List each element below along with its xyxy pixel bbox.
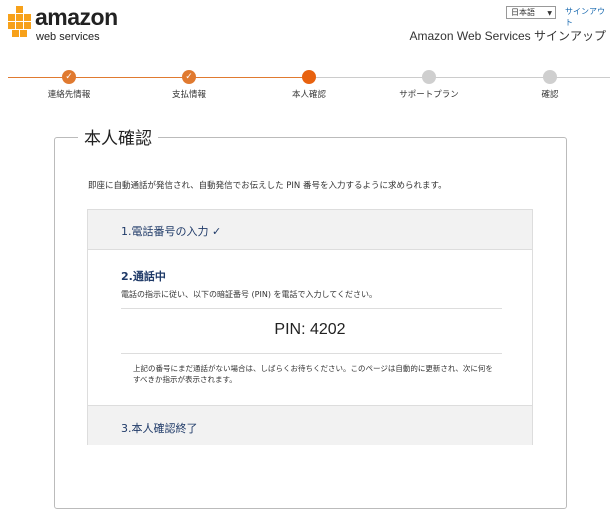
step-label: 支払情報 (171, 90, 206, 100)
aws-logo[interactable]: amazon web services (8, 4, 118, 44)
verification-box: 1.電話番号の入力 ✓ 2.通話中 電話の指示に従い、以下の暗証番号 (PIN)… (87, 209, 533, 445)
step-label: 本人確認 (291, 90, 326, 100)
step-confirm: 確認 (500, 70, 600, 100)
aws-cubes-icon (8, 6, 34, 40)
pending-step-icon (422, 70, 436, 84)
logo-amazon-text: amazon (35, 4, 118, 30)
page-title: 本人確認 (78, 124, 158, 149)
intro-text: 即座に自動通話が発信され、自動発信でお伝えした PIN 番号を入力するように求め… (88, 181, 447, 191)
step-contact: ✓ 連絡先情報 (19, 70, 119, 100)
step-label: 確認 (541, 90, 559, 100)
chevron-down-icon: ▼ (547, 10, 552, 17)
waiting-note: 上記の番号にまだ通話がない場合は、しばらくお待ちください。このページは自動的に更… (133, 364, 493, 384)
section-calling-description: 電話の指示に従い、以下の暗証番号 (PIN) を電話で入力してください。 (121, 290, 378, 299)
section-calling-title: 2.通話中 (121, 270, 166, 283)
language-select[interactable]: 日本語 ▼ (506, 6, 556, 19)
step-label: 連絡先情報 (47, 90, 91, 100)
step-identity: 本人確認 (259, 70, 359, 100)
current-step-icon (302, 70, 316, 84)
checkmark-icon: ✓ (62, 70, 76, 84)
pin-code: PIN: 4202 (274, 321, 346, 338)
page-header-title: Amazon Web Services サインアップ (409, 29, 607, 43)
step-payment: ✓ 支払情報 (139, 70, 239, 100)
section-phone-entry-label: 1.電話番号の入力 ✓ (121, 225, 222, 238)
step-support-plan: サポートプラン (379, 70, 479, 100)
divider (121, 353, 502, 354)
checkmark-icon: ✓ (182, 70, 196, 84)
section-verification-complete-label: 3.本人確認終了 (121, 422, 198, 435)
divider (121, 308, 502, 309)
signout-link[interactable]: サインアウト (565, 6, 612, 28)
section-verification-complete: 3.本人確認終了 (88, 405, 532, 445)
section-phone-entry: 1.電話番号の入力 ✓ (88, 210, 532, 250)
progress-steps: ✓ 連絡先情報 ✓ 支払情報 本人確認 サポートプラン 確認 (0, 64, 612, 104)
pending-step-icon (543, 70, 557, 84)
step-label: サポートプラン (399, 90, 459, 100)
logo-web-services-text: web services (36, 31, 100, 43)
language-select-value: 日本語 (511, 8, 535, 17)
